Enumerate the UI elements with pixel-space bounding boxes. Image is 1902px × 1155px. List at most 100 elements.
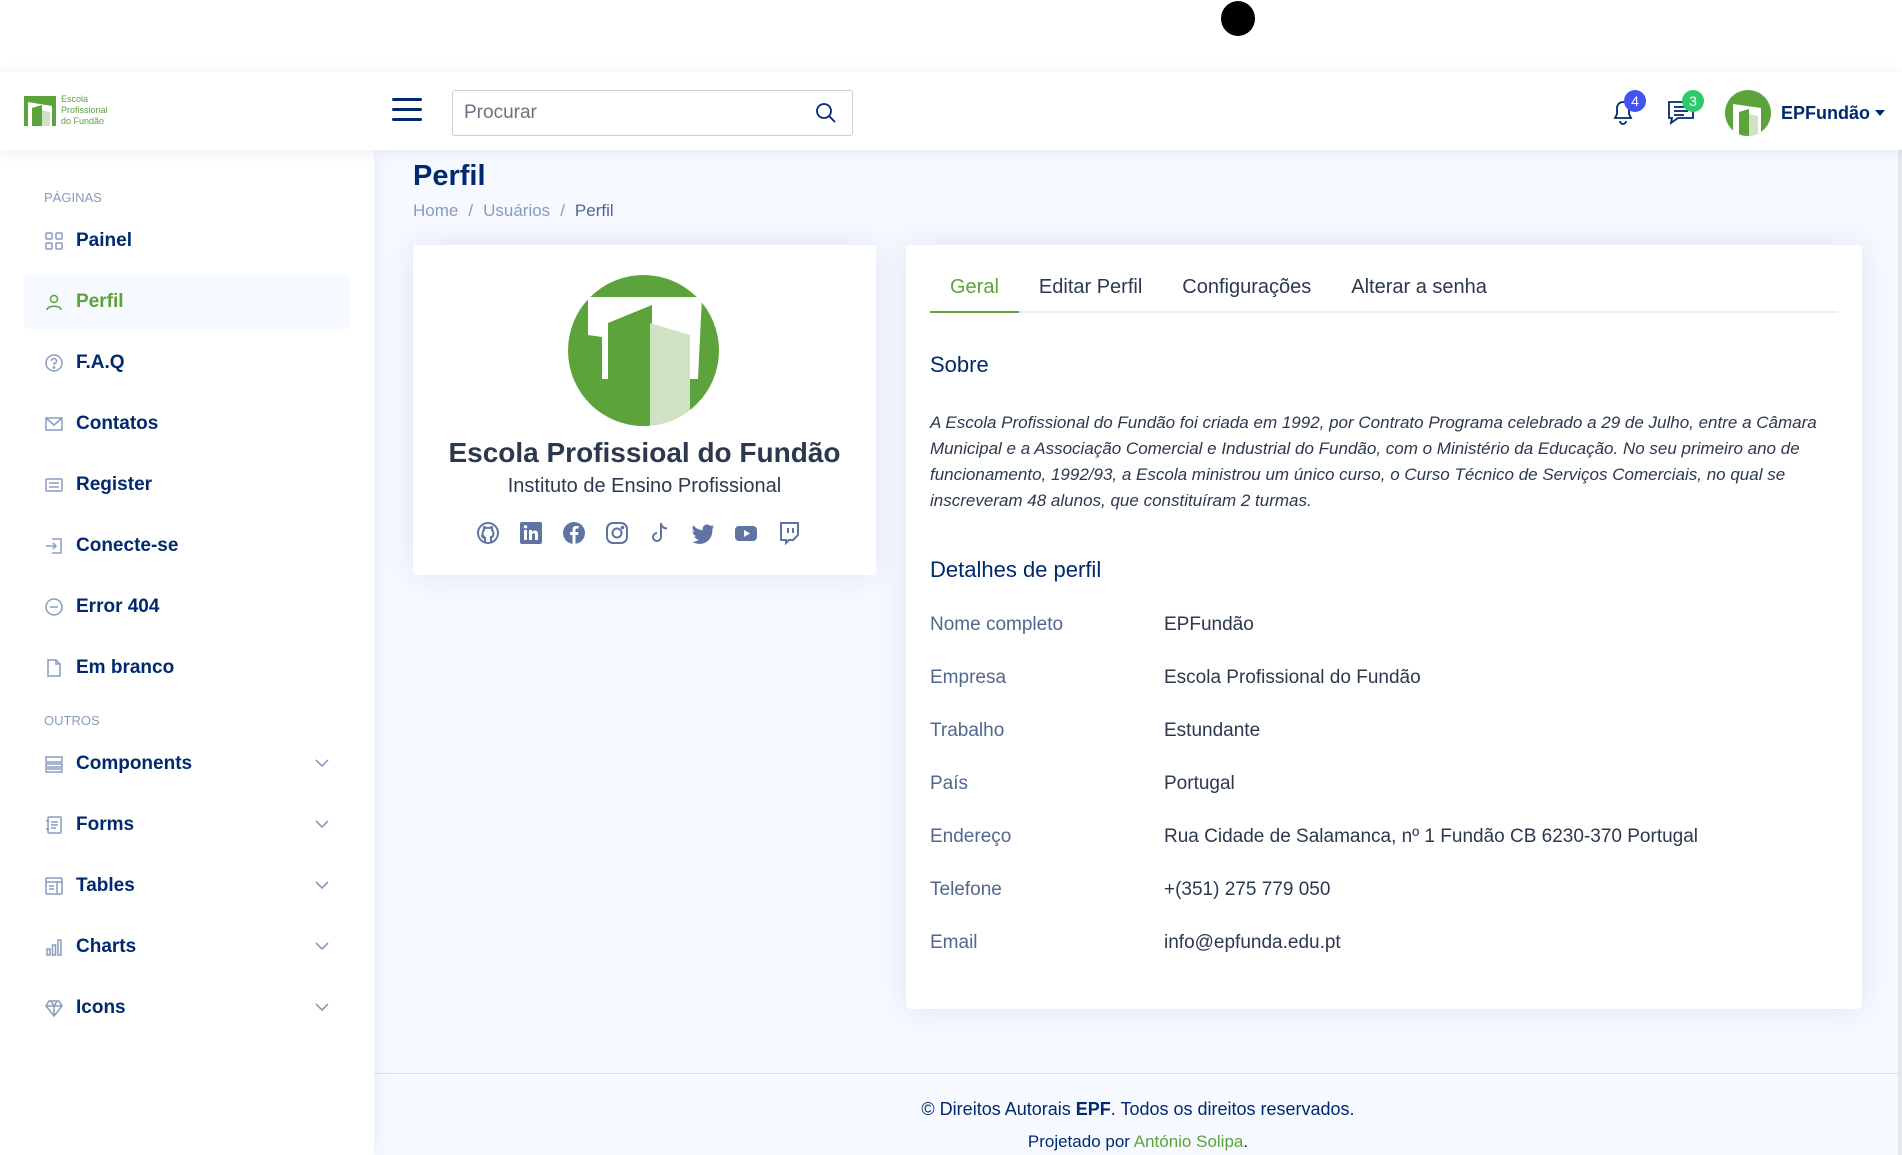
facebook-icon[interactable] — [561, 520, 587, 546]
sidebar-item-label: Components — [76, 753, 193, 774]
copyright-prefix: © Direitos Autorais — [921, 1099, 1076, 1119]
profile-tabs: Geral Editar Perfil Configurações Altera… — [930, 270, 1838, 313]
detail-label: Nome completo — [930, 614, 1064, 635]
sidebar-item-painel[interactable]: Painel — [24, 214, 350, 268]
breadcrumb-separator: / — [468, 201, 474, 220]
sidebar-item-label: Icons — [76, 997, 126, 1018]
search-icon[interactable] — [814, 101, 838, 125]
detail-value: Escola Profissional do Fundão — [1164, 667, 1421, 688]
copyright-brand: EPF — [1075, 1099, 1111, 1119]
sidebar-item-perfil[interactable]: Perfil — [24, 275, 350, 329]
tab-geral[interactable]: Geral — [930, 270, 1019, 313]
chevron-down-icon — [315, 942, 329, 951]
scrollbar[interactable] — [1898, 150, 1902, 1155]
notifications-button[interactable]: 4 — [1606, 90, 1646, 128]
sidebar-item-label: Error 404 — [76, 596, 160, 617]
chevron-down-icon — [315, 759, 329, 768]
layout-text-window-icon — [45, 877, 63, 895]
about-title: Sobre — [930, 352, 989, 377]
organization-subtitle: Instituto de Ensino Profissional — [507, 475, 782, 497]
detail-label: País — [930, 773, 969, 794]
menu-button-icon — [45, 756, 63, 773]
instagram-icon[interactable] — [604, 520, 630, 546]
sidebar-heading-others: OUTROS — [44, 713, 100, 728]
search-bar — [452, 90, 853, 136]
dash-circle-icon — [45, 598, 63, 616]
twitch-icon[interactable] — [776, 520, 802, 546]
envelope-icon — [45, 417, 63, 431]
footer: © Direitos Autorais EPF. Todos os direit… — [374, 1073, 1902, 1155]
toggle-sidebar-icon[interactable] — [392, 98, 422, 122]
github-icon[interactable] — [475, 520, 501, 546]
tiktok-icon[interactable] — [647, 520, 673, 546]
youtube-icon[interactable] — [733, 520, 759, 546]
sidebar-item-label: Contatos — [76, 413, 159, 434]
breadcrumb: Home / Usuários / Perfil — [413, 201, 614, 221]
twitter-icon[interactable] — [690, 520, 716, 546]
details-title: Detalhes de perfil — [930, 557, 1102, 582]
chevron-down-icon — [315, 1003, 329, 1012]
messages-button[interactable]: 3 — [1664, 90, 1704, 128]
designer-link[interactable]: António Solipa — [1134, 1132, 1244, 1151]
detail-label: Trabalho — [930, 720, 1005, 741]
gem-icon — [45, 1000, 63, 1018]
sidebar-item-components[interactable]: Components — [24, 737, 350, 791]
credits-prefix: Projetado por — [1027, 1132, 1134, 1151]
copyright-suffix: . Todos os direitos reservados. — [1110, 1099, 1355, 1119]
credits-suffix: . — [1243, 1132, 1249, 1151]
profile-dropdown[interactable]: EPFundão — [1725, 90, 1885, 136]
person-icon — [46, 294, 62, 311]
detail-label: Empresa — [930, 667, 1007, 688]
tab-editar-perfil[interactable]: Editar Perfil — [1019, 270, 1162, 313]
chevron-down-icon — [315, 820, 329, 829]
detail-label: Endereço — [930, 826, 1012, 847]
sidebar-item-register[interactable]: Register — [24, 458, 350, 512]
detail-value: Rua Cidade de Salamanca, nº 1 Fundão CB … — [1164, 826, 1699, 847]
page-title: Perfil — [413, 160, 486, 192]
sidebar-item-label: Conecte-se — [76, 535, 179, 556]
bar-chart-icon — [46, 939, 62, 956]
linkedin-icon[interactable] — [518, 520, 544, 546]
sidebar-item-error-404[interactable]: Error 404 — [24, 580, 350, 634]
sidebar-item-label: F.A.Q — [76, 352, 125, 373]
header: Escola Profissional do Fundão 4 3 — [0, 72, 1902, 150]
sidebar-item-forms[interactable]: Forms — [24, 798, 350, 852]
tab-alterar-senha[interactable]: Alterar a senha — [1331, 270, 1507, 313]
logo-text: Escola Profissional do Fundão — [61, 94, 108, 127]
logo[interactable]: Escola Profissional do Fundão — [24, 94, 108, 127]
profile-card: Escola Profissioal do Fundão Instituto d… — [413, 245, 876, 575]
copyright: © Direitos Autorais EPF. Todos os direit… — [374, 1099, 1902, 1120]
breadcrumb-separator: / — [560, 201, 565, 220]
sidebar-item-tables[interactable]: Tables — [24, 859, 350, 913]
credits: Projetado por António Solipa. — [374, 1132, 1902, 1152]
breadcrumb-home[interactable]: Home — [413, 201, 458, 221]
sidebar: PÁGINAS Painel Perfil F.A.Q Contatos Reg… — [0, 150, 374, 1155]
profile-avatar — [568, 275, 719, 426]
sidebar-item-conecte-se[interactable]: Conecte-se — [24, 519, 350, 573]
sidebar-item-label: Forms — [76, 814, 135, 835]
sidebar-item-label: Register — [76, 474, 153, 495]
organization-name: Escola Profissioal do Fundão — [448, 437, 841, 468]
about-text: A Escola Profissional do Fundão foi cria… — [930, 413, 1817, 510]
sidebar-item-faq[interactable]: F.A.Q — [24, 336, 350, 390]
sidebar-item-charts[interactable]: Charts — [24, 920, 350, 974]
social-links — [475, 520, 802, 546]
breadcrumb-users[interactable]: Usuários — [483, 201, 550, 221]
chevron-down-icon — [315, 881, 329, 890]
caret-down-icon — [1875, 110, 1885, 116]
sidebar-item-contatos[interactable]: Contatos — [24, 397, 350, 451]
profile-name: EPFundão — [1781, 102, 1870, 123]
box-arrow-in-right-icon — [46, 538, 62, 554]
top-strip — [0, 0, 1902, 72]
detail-value: Estundante — [1164, 720, 1261, 741]
tab-configuracoes[interactable]: Configurações — [1162, 270, 1331, 313]
sidebar-item-label: Painel — [76, 230, 132, 251]
sidebar-item-icons[interactable]: Icons — [24, 981, 350, 1035]
sidebar-item-em-branco[interactable]: Em branco — [24, 641, 350, 695]
profile-details-card: Geral Editar Perfil Configurações Altera… — [906, 245, 1862, 1009]
search-input[interactable] — [453, 91, 793, 135]
detail-value: EPFundão — [1164, 614, 1254, 635]
cursor-dot — [1221, 1, 1255, 36]
sidebar-item-label: Charts — [76, 936, 137, 957]
logo-line-2: Profissional — [61, 105, 108, 115]
